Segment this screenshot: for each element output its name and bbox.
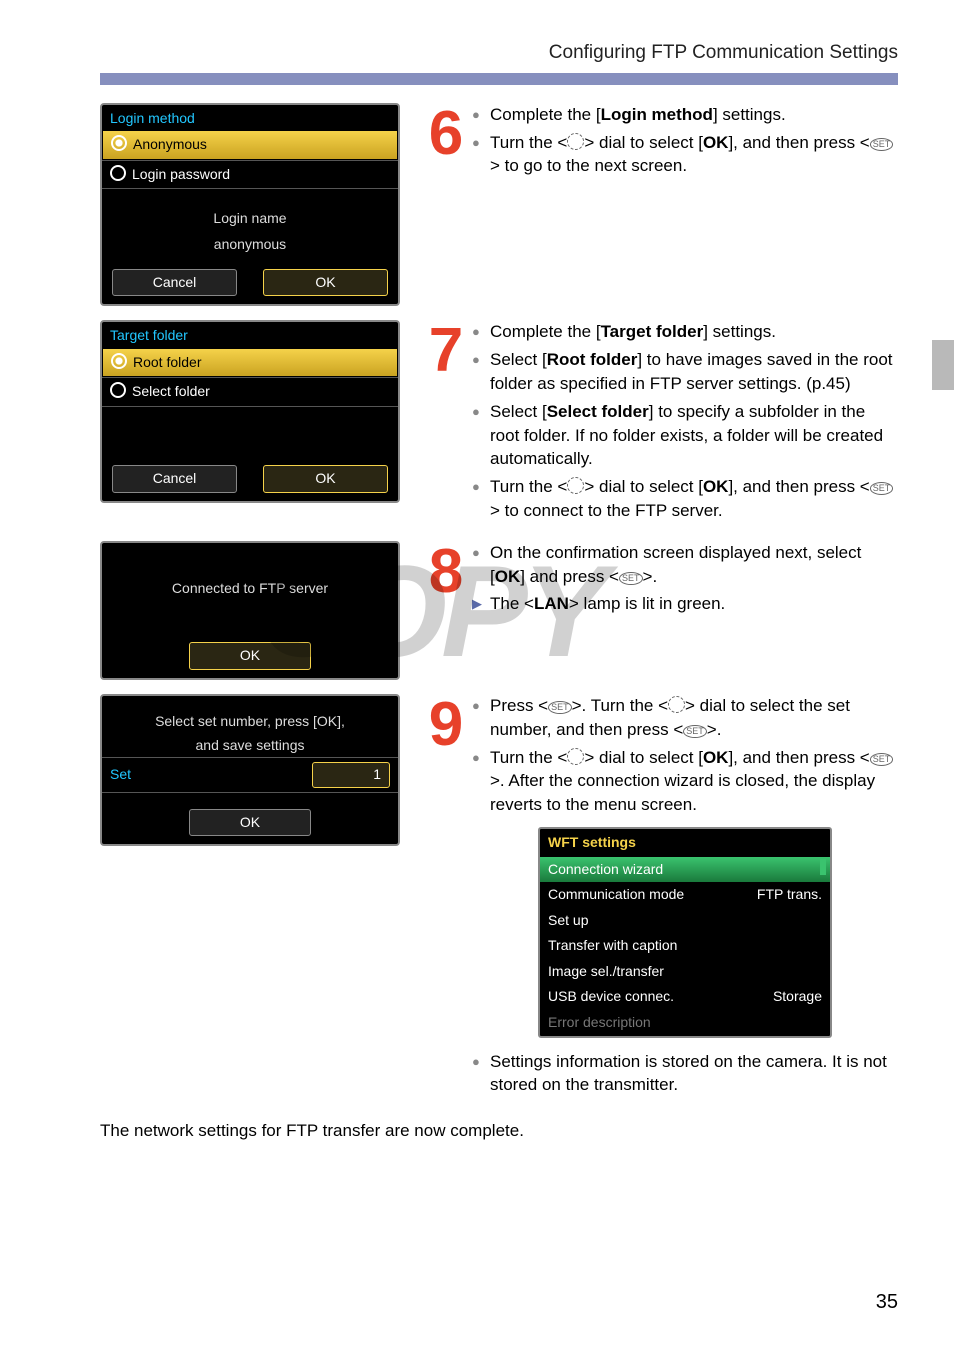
bullet-icon: ● (472, 320, 490, 344)
menu-setup: Set up (540, 908, 830, 934)
bullet-icon: ● (472, 541, 490, 589)
bullet-icon: ● (472, 694, 490, 742)
bullet-icon: ● (472, 746, 490, 817)
cancel-button: Cancel (112, 465, 237, 493)
login-name-value: anonymous (102, 235, 398, 261)
set-icon: SET (870, 753, 894, 766)
bullet-icon: ● (472, 400, 490, 471)
ok-button: OK (189, 809, 311, 837)
step8-arrow1: The <LAN> lamp is lit in green. (490, 592, 898, 616)
set-icon: SET (870, 482, 894, 495)
closing-sentence: The network settings for FTP transfer ar… (100, 1119, 898, 1143)
ok-button: OK (263, 269, 388, 297)
menu-usb: USB device connec.Storage (540, 984, 830, 1010)
set-value: 1 (312, 762, 390, 788)
step-number-8: 8 (420, 547, 472, 597)
step-number-6: 6 (420, 109, 472, 159)
step6-line1: Complete the [Login method] settings. (490, 103, 898, 127)
step-9: Select set number, press [OK], and save … (100, 694, 898, 1101)
shot-title: Login method (102, 105, 398, 131)
step9-line2: Turn the <> dial to select [OK], and the… (490, 746, 898, 817)
screenshot-save-settings: Select set number, press [OK], and save … (100, 694, 400, 846)
page-number: 35 (876, 1288, 898, 1316)
running-header: Configuring FTP Communication Settings (100, 40, 898, 67)
header-rule (100, 73, 898, 85)
step6-line2: Turn the <> dial to select [OK], and the… (490, 131, 898, 179)
connected-message: Connected to FTP server (102, 573, 398, 605)
bullet-icon: ● (472, 475, 490, 523)
step-number-9: 9 (420, 700, 472, 750)
step-number-7: 7 (420, 326, 472, 376)
dial-icon (567, 133, 584, 150)
option-root-folder: Root folder (102, 348, 398, 378)
option-select-folder: Select folder (102, 377, 398, 406)
set-label: Set (110, 765, 312, 785)
set-icon: SET (548, 701, 572, 714)
set-icon: SET (683, 725, 707, 738)
option-anonymous: Anonymous (102, 130, 398, 160)
ok-button: OK (263, 465, 388, 493)
dial-icon (567, 748, 584, 765)
bullet-icon: ● (472, 348, 490, 396)
menu-transfer-caption: Transfer with caption (540, 933, 830, 959)
dial-icon (567, 477, 584, 494)
shot-title: Target folder (102, 322, 398, 348)
step-7: Target folder Root folder Select folder … (100, 320, 898, 527)
scroll-indicator (820, 859, 826, 875)
menu-error-desc: Error description (540, 1010, 830, 1036)
menu-title: WFT settings (540, 829, 830, 857)
screenshot-wft-settings: WFT settings Connection wizard Communica… (538, 827, 832, 1038)
step9-line1: Press <SET>. Turn the <> dial to select … (490, 694, 898, 742)
step-6: Login method Anonymous Login password Lo… (100, 103, 898, 307)
step7-line4: Turn the <> dial to select [OK], and the… (490, 475, 898, 523)
save-line2: and save settings (102, 734, 398, 758)
screenshot-login-method: Login method Anonymous Login password Lo… (100, 103, 400, 307)
step8-line1: On the confirmation screen displayed nex… (490, 541, 898, 589)
page-edge-tab (932, 340, 954, 390)
bullet-icon: ● (472, 131, 490, 179)
step7-line3: Select [Select folder] to specify a subf… (490, 400, 898, 471)
save-line1: Select set number, press [OK], (102, 710, 398, 734)
step-8: Connected to FTP server OK 8 ● On the co… (100, 541, 898, 680)
step7-line2: Select [Root folder] to have images save… (490, 348, 898, 396)
menu-image-sel: Image sel./transfer (540, 959, 830, 985)
ok-button: OK (189, 642, 311, 670)
set-icon: SET (619, 572, 643, 585)
login-name-label: Login name (102, 203, 398, 235)
menu-comm-mode: Communication modeFTP trans. (540, 882, 830, 908)
cancel-button: Cancel (112, 269, 237, 297)
step7-line1: Complete the [Target folder] settings. (490, 320, 898, 344)
bullet-icon: ● (472, 103, 490, 127)
option-login-password: Login password (102, 160, 398, 189)
screenshot-connected: Connected to FTP server OK (100, 541, 400, 680)
step9-line3: Settings information is stored on the ca… (490, 1050, 898, 1098)
dial-icon (668, 696, 685, 713)
screenshot-target-folder: Target folder Root folder Select folder … (100, 320, 400, 502)
bullet-icon: ● (472, 1050, 490, 1098)
menu-connection-wizard: Connection wizard (540, 857, 830, 883)
arrow-icon: ▶ (472, 592, 490, 616)
set-icon: SET (870, 138, 894, 151)
